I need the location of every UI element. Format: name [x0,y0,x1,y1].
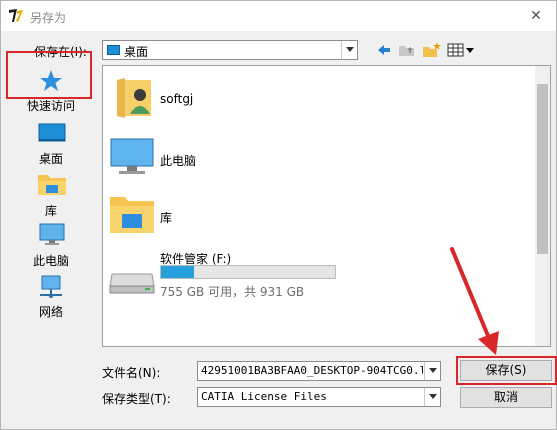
filetype-label: 保存类型(T): [102,392,171,406]
vertical-scrollbar[interactable] [535,66,550,346]
drive-icon [109,273,155,294]
item-name: softgj [160,92,194,106]
item-name: 此电脑 [160,154,197,168]
filetype-select[interactable]: CATIA License Files [197,387,441,407]
title-bar: 另存为 ✕ [1,1,556,31]
computer-icon [39,223,65,245]
drive-usage-fill [161,266,194,278]
user-folder-icon [117,78,151,118]
cancel-button[interactable]: 取消 [460,387,552,408]
list-item[interactable]: softgj [103,74,523,126]
place-label: 快速访问 [26,99,75,113]
filename-input[interactable]: 42951001BA3BFAA0_DESKTOP-904TCG0.licz [197,361,441,381]
list-item[interactable]: 库 [103,188,523,240]
new-folder-icon[interactable] [422,41,442,59]
chevron-down-icon[interactable] [424,362,440,380]
view-menu-icon[interactable] [447,41,475,59]
back-arrow-icon[interactable] [376,41,392,59]
chevron-down-icon[interactable] [341,41,357,59]
drive-usage-bar [160,265,336,279]
place-label: 网络 [38,305,63,319]
library-folder-icon [110,197,154,233]
desktop-highlight-box [6,51,92,99]
close-icon: ✕ [530,8,542,24]
place-network[interactable]: 网络 [7,272,95,320]
save-in-value: 桌面 [124,45,149,59]
chevron-down-icon[interactable] [424,388,440,406]
filename-label: 文件名(N): [102,366,161,380]
annotation-arrow-icon [450,247,499,355]
places-bar: 快速访问 桌面 库 此电脑 网络 [7,66,95,321]
place-label: 此电脑 [32,254,69,268]
save-as-dialog: 另存为 ✕ 保存在(I): 桌面 快速访问 桌面 库 此电脑 网络 softgj… [0,0,557,430]
desktop-icon [107,45,120,55]
drive-space-text: 755 GB 可用，共 931 GB [160,285,305,299]
up-folder-icon[interactable] [398,41,416,59]
filetype-value: CATIA License Files [201,390,327,403]
library-folder-icon [38,175,66,195]
desktop-icon [38,123,66,142]
window-title: 另存为 [30,11,67,25]
catia-app-icon [9,9,23,22]
list-item[interactable]: 此电脑 [103,131,523,183]
place-desktop[interactable]: 桌面 [7,119,95,166]
place-library[interactable]: 库 [7,169,95,218]
place-label: 桌面 [38,152,63,166]
place-label: 库 [44,204,57,218]
scrollbar-thumb[interactable] [537,84,548,254]
place-this-pc[interactable]: 此电脑 [7,221,95,269]
network-icon [40,275,62,298]
close-button[interactable]: ✕ [516,1,556,31]
item-name: 库 [160,211,173,225]
save-in-dropdown[interactable]: 桌面 [102,40,358,60]
filename-value: 42951001BA3BFAA0_DESKTOP-904TCG0.licz [201,364,423,377]
computer-icon [110,138,154,174]
